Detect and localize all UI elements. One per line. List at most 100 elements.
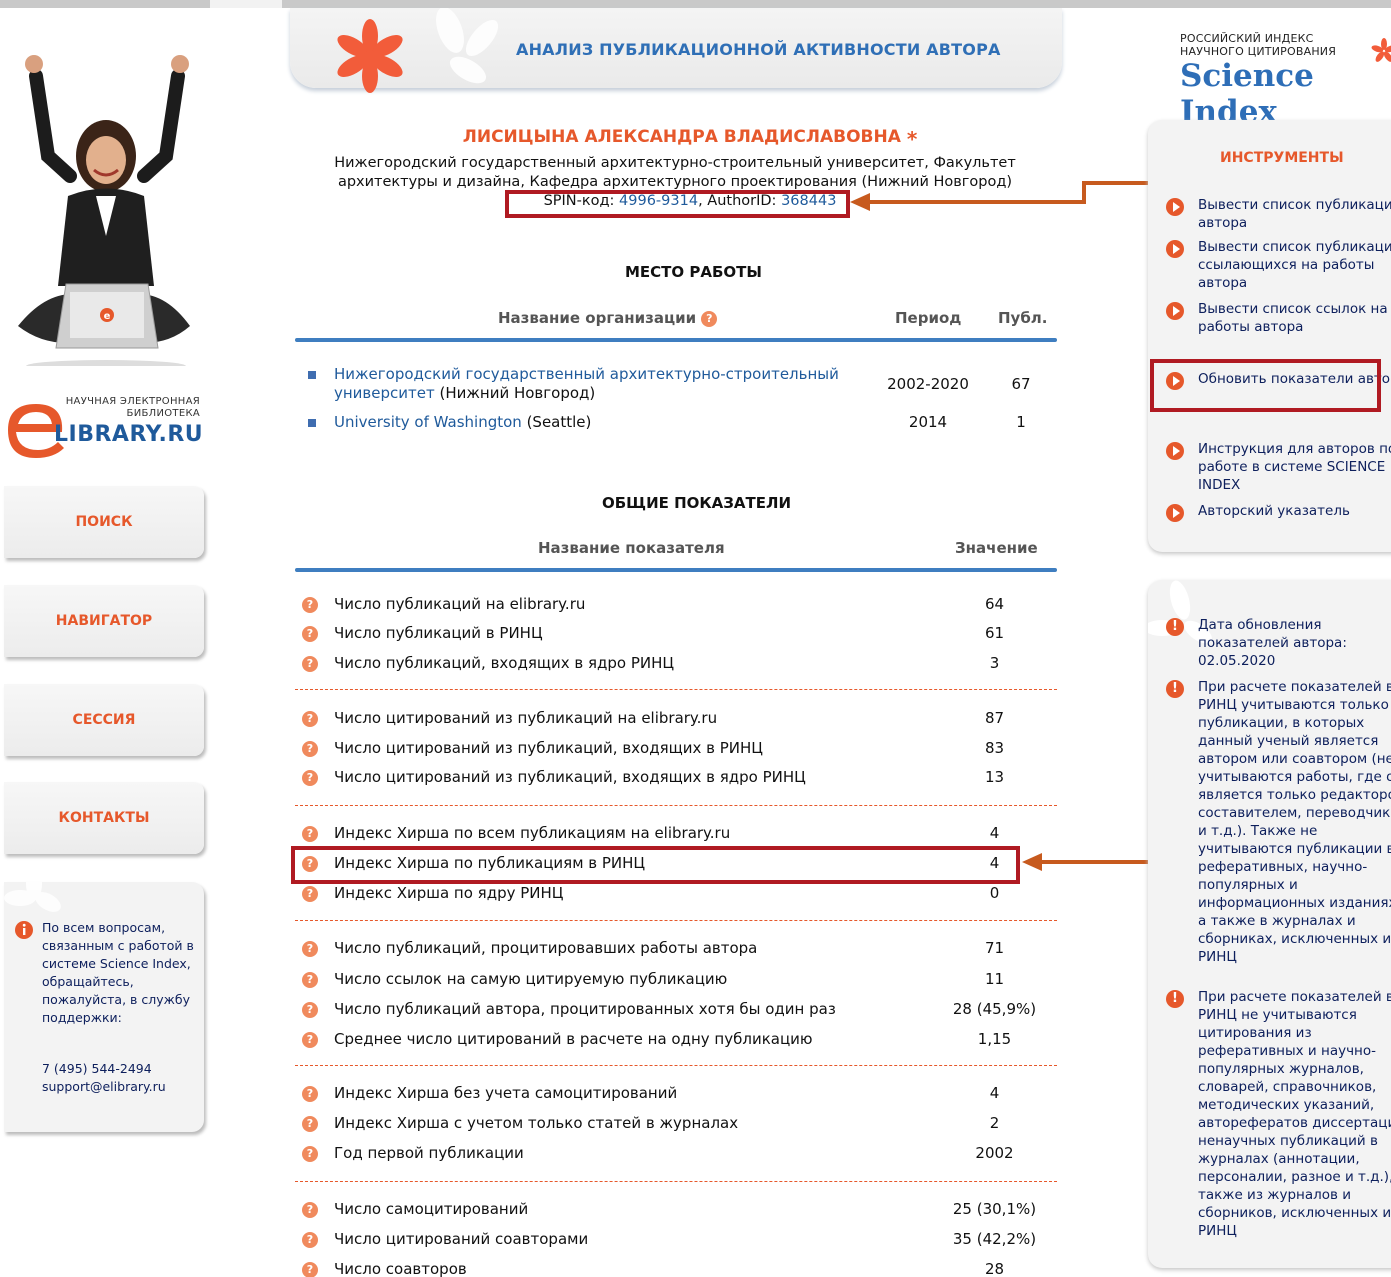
help-icon[interactable]: ?	[302, 656, 318, 672]
help-icon[interactable]: ?	[302, 1032, 318, 1048]
tool-label[interactable]: Инструкция для авторов по работе в систе…	[1198, 440, 1391, 494]
org-pubs[interactable]: 1	[995, 413, 1047, 431]
tool-label[interactable]: Вывести список публикаций автора	[1198, 196, 1391, 232]
metric-row[interactable]: ? Число соавторов 28	[302, 1260, 1032, 1277]
elibrary-logo[interactable]: НАУЧНАЯ ЭЛЕКТРОННАЯ БИБЛИОТЕКА LIBRARY.R…	[6, 396, 206, 466]
help-icon[interactable]: ?	[302, 1202, 318, 1218]
metric-row[interactable]: ? Индекс Хирша без учета самоцитирований 4	[302, 1084, 1032, 1106]
metric-value[interactable]: 64	[922, 595, 1067, 613]
help-icon[interactable]: ?	[302, 626, 318, 642]
info-text: При расчете показателей в РИНЦ не учитыв…	[1198, 989, 1391, 1239]
help-icon[interactable]: ?	[701, 310, 718, 327]
nav-search-button[interactable]: ПОИСК	[4, 486, 204, 558]
top-bar	[0, 0, 1391, 8]
metric-row[interactable]: ? Число ссылок на самую цитируемую публик…	[302, 970, 1032, 992]
support-contacts: 7 (495) 544-2494 support@elibrary.ru	[42, 1060, 166, 1096]
help-icon[interactable]: ?	[302, 941, 318, 957]
top-bar-tab[interactable]	[210, 0, 282, 8]
metric-value[interactable]: 2	[922, 1114, 1067, 1132]
help-icon[interactable]: ?	[302, 741, 318, 757]
help-icon[interactable]: ?	[302, 1232, 318, 1248]
metric-value[interactable]: 87	[922, 709, 1067, 727]
metric-row[interactable]: ? Число публикаций, входящих в ядро РИНЦ 3	[302, 654, 1032, 676]
nav-session-button[interactable]: СЕССИЯ	[4, 684, 204, 756]
help-icon[interactable]: ?	[302, 886, 318, 902]
arrow-head-icon	[1022, 853, 1042, 871]
metric-value[interactable]: 13	[922, 768, 1067, 786]
metric-row[interactable]: ? Индекс Хирша по всем публикациям на eli…	[302, 824, 1032, 846]
org-pubs[interactable]: 67	[995, 375, 1047, 393]
flower-watermark-icon	[436, 8, 499, 84]
group-divider	[295, 805, 1057, 806]
metric-row[interactable]: ? Год первой публикации 2002	[302, 1144, 1032, 1166]
metric-row[interactable]: ? Число цитирований из публикаций, входящ…	[302, 739, 1032, 761]
metric-value[interactable]: 4	[922, 824, 1067, 842]
metric-row[interactable]: ? Число публикаций на elibrary.ru 64	[302, 595, 1032, 617]
col-org-label: Название организации	[498, 309, 697, 327]
metric-label: Число публикаций в РИНЦ	[334, 624, 543, 642]
help-icon[interactable]: ?	[302, 826, 318, 842]
metric-value[interactable]: 0	[922, 884, 1067, 902]
org-name-line1[interactable]: Нижегородский государственный архитектур…	[334, 365, 839, 384]
metric-label: Число публикаций, процитировавших работы…	[334, 939, 758, 957]
metric-row[interactable]: ? Число публикаций автора, процитированны…	[302, 1000, 1036, 1022]
metric-label: Индекс Хирша с учетом только статей в жу…	[334, 1114, 739, 1132]
help-icon[interactable]: ?	[302, 1262, 318, 1277]
tool-label[interactable]: Вывести список ссылок на работы автора	[1198, 300, 1391, 336]
asterisk-flower-icon	[337, 19, 403, 93]
metric-row[interactable]: ? Число публикаций, процитировавших работ…	[302, 939, 1032, 961]
metric-row[interactable]: ? Число самоцитирований 25 (30,1%)	[302, 1200, 1036, 1222]
list-bullet	[308, 371, 316, 379]
metric-value[interactable]: 35 (42,2%)	[922, 1230, 1067, 1248]
col-period-header: Период	[895, 309, 962, 327]
help-icon[interactable]: ?	[302, 972, 318, 988]
help-icon[interactable]: ?	[302, 1086, 318, 1102]
metric-value[interactable]: 4	[922, 1084, 1067, 1102]
org-row-1[interactable]: Нижегородский государственный архитектур…	[334, 365, 839, 403]
tool-label[interactable]: Авторский указатель	[1198, 502, 1391, 520]
metric-row[interactable]: ? Среднее число цитирований в расчете на …	[302, 1030, 1032, 1052]
metrics-title: ОБЩИЕ ПОКАЗАТЕЛИ	[602, 494, 792, 512]
org-row-2[interactable]: University of Washington (Seattle)	[334, 413, 591, 432]
help-icon[interactable]: ?	[302, 1146, 318, 1162]
metric-label: Число публикаций на elibrary.ru	[334, 595, 586, 613]
metric-value[interactable]: 28	[922, 1260, 1067, 1277]
metric-label: Индекс Хирша по всем публикациям на elib…	[334, 824, 731, 842]
col-pubs-header: Публ.	[998, 309, 1048, 327]
help-icon[interactable]: ?	[302, 711, 318, 727]
exclamation-icon: !	[1166, 680, 1184, 698]
metric-row[interactable]: ? Индекс Хирша по ядру РИНЦ 0	[302, 884, 1032, 906]
help-icon[interactable]: ?	[302, 597, 318, 613]
metric-row[interactable]: ? Число цитирований соавторами 35 (42,2%)	[302, 1230, 1036, 1252]
metric-value[interactable]: 2002	[922, 1144, 1067, 1162]
metric-row[interactable]: ? Число публикаций в РИНЦ 61	[302, 624, 1032, 646]
metric-value[interactable]: 71	[922, 939, 1067, 957]
group-divider	[295, 1065, 1057, 1066]
org-name[interactable]: University of Washington	[334, 413, 522, 431]
metric-value[interactable]: 11	[922, 970, 1067, 988]
help-icon[interactable]: ?	[302, 1116, 318, 1132]
help-icon[interactable]: ?	[302, 1002, 318, 1018]
metric-value[interactable]: 3	[922, 654, 1067, 672]
nav-contacts-button[interactable]: КОНТАКТЫ	[4, 782, 204, 854]
org-name-line2[interactable]: университет	[334, 384, 435, 402]
metric-row[interactable]: ? Число цитирований из публикаций, входящ…	[302, 768, 1032, 790]
metric-value[interactable]: 28 (45,9%)	[922, 1000, 1067, 1018]
support-email[interactable]: support@elibrary.ru	[42, 1078, 166, 1096]
info-text: Дата обновления показателей автора: 02.0…	[1198, 617, 1347, 669]
tool-label[interactable]: Вывести список публикаций, ссылающихся н…	[1198, 238, 1391, 292]
metric-label: Число цитирований соавторами	[334, 1230, 589, 1248]
metric-row[interactable]: ? Число цитирований из публикаций на elib…	[302, 709, 1032, 731]
metric-value[interactable]: 25 (30,1%)	[922, 1200, 1067, 1218]
metric-value[interactable]: 1,15	[922, 1030, 1067, 1048]
metric-value[interactable]: 83	[922, 739, 1067, 757]
nav-navigator-button[interactable]: НАВИГАТОР	[4, 585, 204, 657]
help-icon[interactable]: ?	[302, 770, 318, 786]
asterisk-flower-icon	[1371, 38, 1391, 62]
metric-row[interactable]: ? Индекс Хирша с учетом только статей в ж…	[302, 1114, 1032, 1136]
page-header: АНАЛИЗ ПУБЛИКАЦИОННОЙ АКТИВНОСТИ АВТОРА	[290, 8, 1062, 93]
header-rule	[295, 568, 1057, 572]
metric-value[interactable]: 61	[922, 624, 1067, 642]
group-divider	[295, 689, 1057, 690]
org-period: 2002-2020	[887, 375, 969, 393]
